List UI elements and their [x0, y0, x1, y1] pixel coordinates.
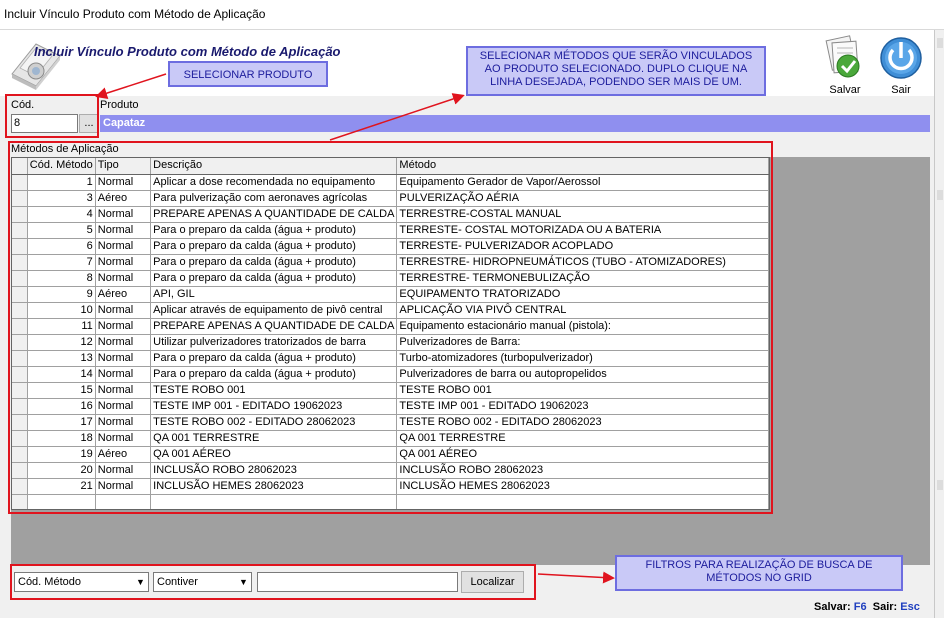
- save-button[interactable]: Salvar: [821, 34, 869, 96]
- right-edge-strip: [934, 30, 944, 618]
- highlight-methods-grid: [8, 141, 773, 514]
- highlight-product-selector: [5, 94, 99, 138]
- shortcut-save-key: F6: [853, 601, 867, 613]
- window-title: Incluir Vínculo Produto com Método de Ap…: [4, 7, 266, 21]
- produto-field: Capataz: [100, 115, 930, 132]
- edge-notch: [937, 38, 943, 48]
- edge-notch: [937, 480, 943, 490]
- save-label: Salvar: [829, 84, 861, 96]
- produto-label: Produto: [100, 99, 139, 111]
- annotation-select-methods: SELECIONAR MÉTODOS QUE SERÃO VINCULADOS …: [466, 46, 766, 96]
- shortcut-save-label: Salvar:: [814, 601, 851, 613]
- window-titlebar: Incluir Vínculo Produto com Método de Ap…: [0, 0, 944, 30]
- annotation-filters: FILTROS PARA REALIZAÇÃO DE BUSCA DE MÉTO…: [615, 555, 903, 591]
- exit-label: Sair: [891, 84, 911, 96]
- annotation-select-product: SELECIONAR PRODUTO: [168, 61, 328, 87]
- page-title: Incluir Vínculo Produto com Método de Ap…: [34, 44, 341, 59]
- save-check-icon: [825, 35, 860, 78]
- shortcut-exit-label: Sair:: [872, 601, 898, 613]
- highlight-filter-bar: [10, 564, 536, 600]
- product-link-logo-icon: [11, 43, 61, 90]
- shortcut-exit-key: Esc: [900, 601, 920, 613]
- shortcut-hints: Salvar: F6 Sair: Esc: [814, 601, 920, 613]
- power-icon: [880, 37, 922, 79]
- edge-notch: [937, 190, 943, 200]
- exit-button[interactable]: Sair: [877, 34, 925, 96]
